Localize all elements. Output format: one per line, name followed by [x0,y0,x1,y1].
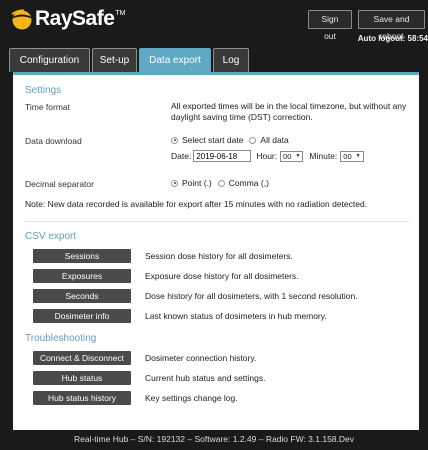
dosimeter-info-description: Last known status of dosimeters in hub m… [145,311,327,321]
hour-select-value: 00 [283,151,292,161]
radio-comma[interactable] [217,179,225,187]
tab-configuration[interactable]: Configuration [9,48,90,72]
tab-log[interactable]: Log [213,48,249,72]
date-time-row: Date: Hour: 00▼ Minute: 00▼ [171,150,370,162]
hub-status-history-button[interactable]: Hub status history [33,391,131,405]
brand-trademark: TM [115,9,126,17]
sessions-button[interactable]: Sessions [33,249,131,263]
data-download-options: Select start date All data [171,135,295,145]
connect-disconnect-button[interactable]: Connect & Disconnect [33,351,131,365]
radio-comma-label: Comma (,) [228,178,269,188]
radio-point-label: Point (.) [182,178,212,188]
decimal-separator-label: Decimal separator [25,179,94,189]
section-divider [25,221,409,222]
seconds-button[interactable]: Seconds [33,289,131,303]
decimal-separator-options: Point (.) Comma (,) [171,178,275,188]
hub-status-description: Current hub status and settings. [145,373,266,383]
date-label: Date: [171,151,192,161]
minute-select-value: 00 [343,151,352,161]
tab-data-export[interactable]: Data export [139,48,211,72]
radio-select-start-date-label: Select start date [182,135,244,145]
raysafe-logo: RaySafe TM [10,7,126,31]
save-and-reboot-button[interactable]: Save and reboot [358,10,425,41]
settings-heading: Settings [25,85,62,96]
tab-setup[interactable]: Set-up [92,48,137,72]
csv-export-heading: CSV export [25,231,77,242]
raysafe-logo-icon [11,9,32,30]
hub-status-button[interactable]: Hub status [33,371,131,385]
minute-label: Minute: [309,151,338,161]
troubleshooting-heading: Troubleshooting [25,333,97,344]
footer-device-info: Real-time Hub – S/N: 192132 – Software: … [73,434,355,444]
minute-select[interactable]: 00 ▼ [340,150,364,162]
chevron-down-icon: ▼ [295,153,301,159]
radio-select-start-date[interactable] [171,136,178,144]
sign-out-button[interactable]: Sign out [308,10,352,41]
data-download-label: Data download [25,136,82,146]
auto-logout-timer: Auto logout: 58:54 [357,34,428,43]
hub-status-history-description: Key settings change log. [145,393,238,403]
connect-disconnect-description: Dosimeter connection history. [145,353,257,363]
radio-all-data[interactable] [249,136,257,144]
radio-point[interactable] [171,179,178,187]
chevron-down-icon: ▼ [355,153,361,159]
export-note: Note: New data recorded is available for… [25,199,368,209]
dosimeter-info-button[interactable]: Dosimeter info [33,309,131,323]
date-input[interactable] [193,150,252,162]
data-export-panel: Settings Time format All exported times … [13,72,419,430]
hour-label: Hour: [256,151,278,161]
radio-all-data-label: All data [260,135,289,145]
brand-name: RaySafe [35,7,115,30]
seconds-description: Dose history for all dosimeters, with 1 … [145,291,358,301]
exposures-description: Exposure dose history for all dosimeters… [145,271,299,281]
app-header: RaySafe TM Sign out Save and reboot Auto… [0,0,428,44]
sessions-description: Session dose history for all dosimeters. [145,251,293,261]
exposures-button[interactable]: Exposures [33,269,131,283]
hour-select[interactable]: 00 ▼ [280,150,304,162]
time-format-label: Time format [25,102,71,112]
time-format-text: All exported times will be in the local … [171,101,407,122]
